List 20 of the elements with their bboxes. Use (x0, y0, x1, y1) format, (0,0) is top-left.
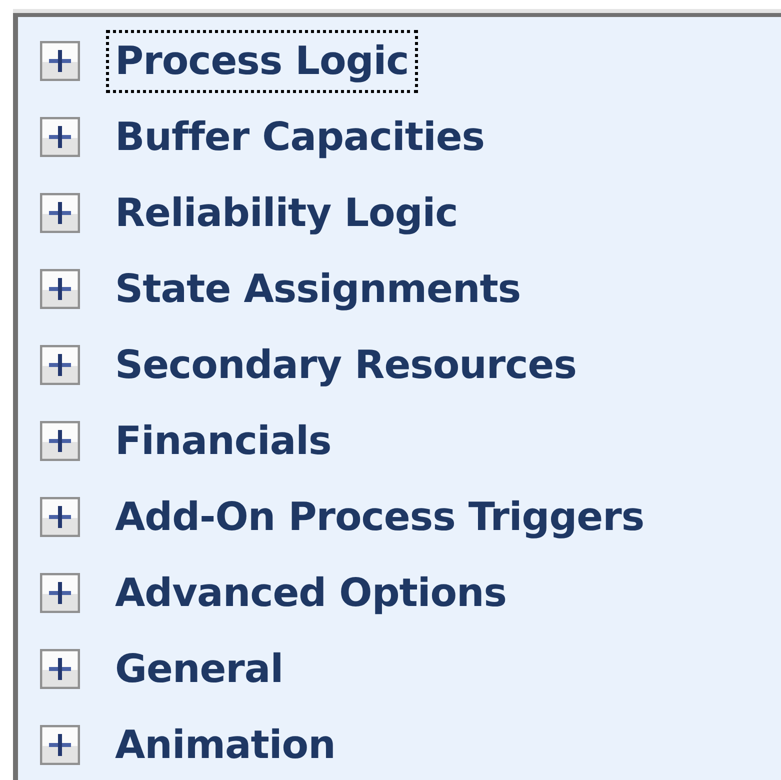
category-label[interactable]: State Assignments (106, 258, 530, 320)
category-label[interactable]: Secondary Resources (106, 334, 586, 396)
expand-icon[interactable] (40, 193, 80, 233)
expand-icon[interactable] (40, 573, 80, 613)
expand-icon[interactable] (40, 345, 80, 385)
category-label[interactable]: Buffer Capacities (106, 106, 494, 168)
expand-icon[interactable] (40, 497, 80, 537)
category-label[interactable]: Financials (106, 410, 340, 472)
expand-icon[interactable] (40, 725, 80, 765)
expand-icon[interactable] (40, 41, 80, 81)
category-label[interactable]: Advanced Options (106, 562, 516, 624)
category-label[interactable]: Process Logic (106, 30, 418, 92)
category-label[interactable]: Reliability Logic (106, 182, 467, 244)
expand-icon[interactable] (40, 117, 80, 157)
expand-icon[interactable] (40, 421, 80, 461)
expand-icon[interactable] (40, 649, 80, 689)
category-label[interactable]: Animation (106, 714, 344, 776)
expand-icon[interactable] (40, 269, 80, 309)
category-label[interactable]: General (106, 638, 292, 700)
category-label[interactable]: Add-On Process Triggers (106, 486, 654, 548)
